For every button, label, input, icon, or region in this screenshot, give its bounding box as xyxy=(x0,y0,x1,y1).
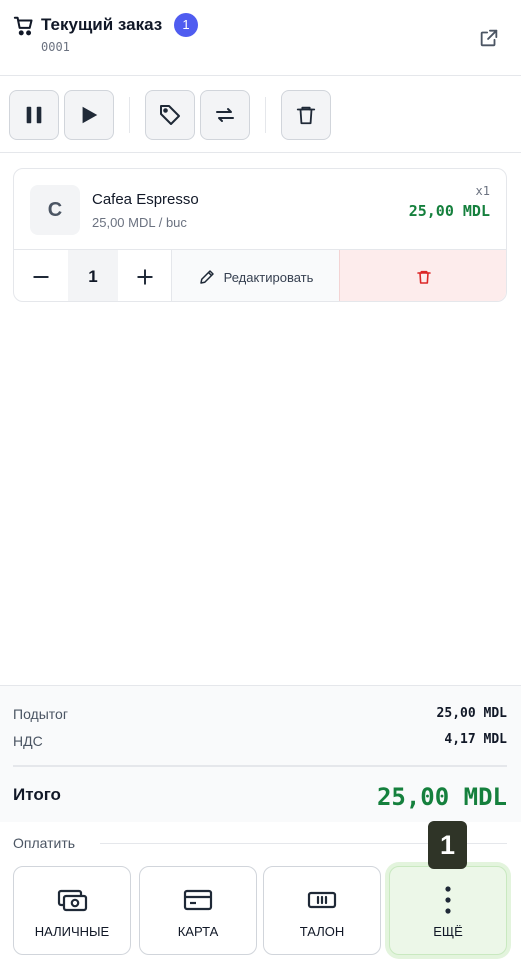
payment-heading: Оплатить xyxy=(13,835,76,851)
discount-tag-button[interactable] xyxy=(145,90,195,140)
delete-item-button[interactable] xyxy=(339,250,506,301)
pay-card-label: КАРТА xyxy=(177,924,219,939)
pay-cash-label: НАЛИЧНЫЕ xyxy=(34,924,110,939)
transfer-button[interactable] xyxy=(200,90,250,140)
tag-icon xyxy=(160,105,180,125)
summary-divider xyxy=(13,765,507,767)
vat-value: 4,17 MDL xyxy=(444,732,507,747)
page-title: Текущий заказ xyxy=(41,15,163,34)
toolbar-divider xyxy=(265,97,266,133)
total-value: 25,00 MDL xyxy=(376,783,507,811)
pay-ticket-button[interactable]: ТАЛОН xyxy=(263,866,381,955)
order-item-card[interactable]: C Cafea Espresso 25,00 MDL / buc x1 25,0… xyxy=(13,168,507,302)
play-icon xyxy=(82,106,98,124)
total-label: Итого xyxy=(13,785,61,804)
edit-item-label: Редактировать xyxy=(223,269,314,285)
item-count-badge: 1 xyxy=(174,13,198,37)
pay-more-label: ЕЩЁ xyxy=(433,924,463,939)
transfer-icon xyxy=(216,108,234,122)
pay-more-button[interactable]: ЕЩЁ xyxy=(389,866,507,955)
pay-card-button[interactable]: КАРТА xyxy=(139,866,257,955)
order-toolbar xyxy=(0,77,521,153)
decrease-quantity-button[interactable] xyxy=(14,250,68,301)
pause-icon xyxy=(26,106,42,124)
subtotal-value: 25,00 MDL xyxy=(436,706,507,721)
clear-order-button[interactable] xyxy=(281,90,331,140)
ticket-icon xyxy=(305,883,339,917)
item-actions: 1 Редактировать xyxy=(14,249,506,301)
more-vertical-icon xyxy=(431,883,465,917)
order-summary: Подытог 25,00 MDL НДС 4,17 MDL Итого 25,… xyxy=(0,685,521,822)
pay-ticket-label: ТАЛОН xyxy=(299,924,345,939)
plus-icon xyxy=(137,269,153,285)
item-unit-price: 25,00 MDL / buc xyxy=(92,215,187,230)
hint-badge: 1 xyxy=(428,821,467,869)
play-button[interactable] xyxy=(64,90,114,140)
cash-icon xyxy=(55,883,89,917)
external-link-icon[interactable] xyxy=(478,27,500,49)
card-icon xyxy=(181,883,215,917)
pencil-icon xyxy=(199,270,214,284)
vat-label: НДС xyxy=(13,733,43,749)
order-number: 0001 xyxy=(41,40,70,54)
order-header: Текущий заказ 1 0001 xyxy=(0,0,521,76)
trash-icon xyxy=(296,106,316,125)
pay-cash-button[interactable]: НАЛИЧНЫЕ xyxy=(13,866,131,955)
subtotal-label: Подытог xyxy=(13,706,68,722)
pause-button[interactable] xyxy=(9,90,59,140)
item-name: Cafea Espresso xyxy=(92,191,199,208)
cart-icon xyxy=(13,15,35,37)
increase-quantity-button[interactable] xyxy=(118,250,172,301)
quantity-value[interactable]: 1 xyxy=(68,250,118,301)
item-total: 25,00 MDL xyxy=(408,202,490,220)
item-avatar: C xyxy=(30,185,80,235)
toolbar-divider xyxy=(129,97,130,133)
edit-item-button[interactable]: Редактировать xyxy=(171,250,339,301)
item-quantity-label: x1 xyxy=(475,184,490,198)
trash-icon xyxy=(417,270,431,284)
minus-icon xyxy=(33,276,49,278)
